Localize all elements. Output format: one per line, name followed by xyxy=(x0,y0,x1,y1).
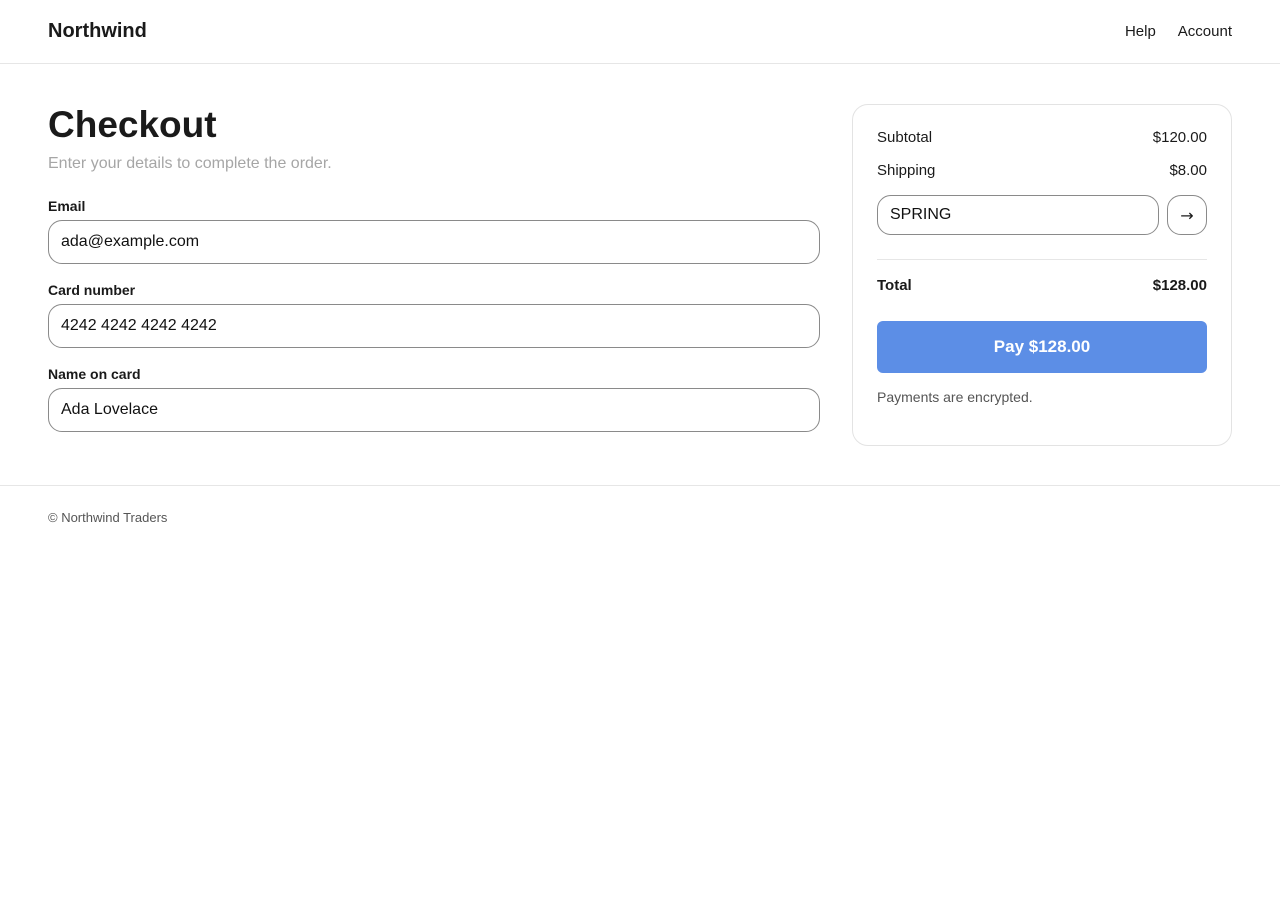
name-on-card-field-group: Name on card xyxy=(48,366,820,432)
card-number-input[interactable] xyxy=(48,304,820,348)
shipping-value: $8.00 xyxy=(1169,162,1207,179)
promo-code-group: → xyxy=(877,195,1207,235)
total-value: $128.00 xyxy=(1152,277,1207,294)
promo-code-input[interactable] xyxy=(877,195,1159,235)
footer: © Northwind Traders xyxy=(0,486,1280,549)
encryption-note: Payments are encrypted. xyxy=(877,389,1033,405)
arrow-right-icon: → xyxy=(1180,205,1194,225)
checkout-form: Checkout Enter your details to complete … xyxy=(48,104,820,432)
page-title: Checkout xyxy=(48,104,217,145)
name-on-card-label: Name on card xyxy=(48,366,141,382)
footer-copyright: © Northwind Traders xyxy=(48,510,168,525)
name-on-card-input[interactable] xyxy=(48,388,820,432)
pay-button[interactable]: Pay $128.00 xyxy=(877,321,1207,373)
shipping-row: Shipping $8.00 xyxy=(877,162,1207,180)
email-input[interactable] xyxy=(48,220,820,264)
subtotal-row: Subtotal $120.00 xyxy=(877,129,1207,147)
top-bar: Northwind Help Account xyxy=(0,0,1280,64)
total-row: Total $128.00 xyxy=(877,277,1207,295)
subtotal-value: $120.00 xyxy=(1152,129,1207,146)
brand-logo[interactable]: Northwind xyxy=(48,20,147,43)
nav-link-account[interactable]: Account xyxy=(1178,23,1232,40)
email-field-group: Email xyxy=(48,198,820,264)
page-subtitle: Enter your details to complete the order… xyxy=(48,155,332,172)
nav-link-help[interactable]: Help xyxy=(1125,23,1156,40)
summary-divider xyxy=(877,259,1207,260)
main-content: Checkout Enter your details to complete … xyxy=(0,64,1280,486)
email-label: Email xyxy=(48,198,86,214)
apply-promo-button[interactable]: → xyxy=(1167,195,1207,235)
subtotal-label: Subtotal xyxy=(877,129,933,146)
card-number-label: Card number xyxy=(48,282,136,298)
card-number-field-group: Card number xyxy=(48,282,820,348)
order-summary-card: Subtotal $120.00 Shipping $8.00 → Total … xyxy=(852,104,1232,446)
top-nav: Help Account xyxy=(1125,23,1232,40)
total-label: Total xyxy=(877,277,912,294)
shipping-label: Shipping xyxy=(877,162,936,179)
